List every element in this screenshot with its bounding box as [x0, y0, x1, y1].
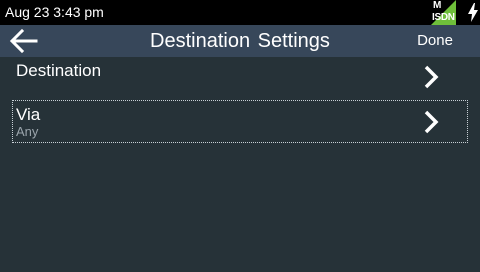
network-type-bottom: ISDN	[432, 12, 455, 23]
status-time: Aug 23 3:43 pm	[5, 4, 104, 20]
list-item-destination[interactable]: Destination	[12, 57, 468, 95]
status-bar: Aug 23 3:43 pm M ISDN	[0, 0, 480, 25]
row-label: Destination	[16, 61, 102, 80]
list-item-via[interactable]: Via Any	[12, 100, 468, 143]
bolt-icon	[468, 3, 478, 27]
chevron-right-icon	[422, 110, 440, 139]
row-label: Via	[16, 105, 41, 124]
done-button[interactable]: Done	[405, 31, 465, 51]
chevron-right-icon	[422, 65, 440, 94]
title-bar: Destination Settings Done	[0, 25, 480, 57]
network-type-top: M	[433, 0, 442, 11]
row-value: Any	[16, 124, 39, 139]
network-indicator-icon: M ISDN	[431, 0, 456, 25]
